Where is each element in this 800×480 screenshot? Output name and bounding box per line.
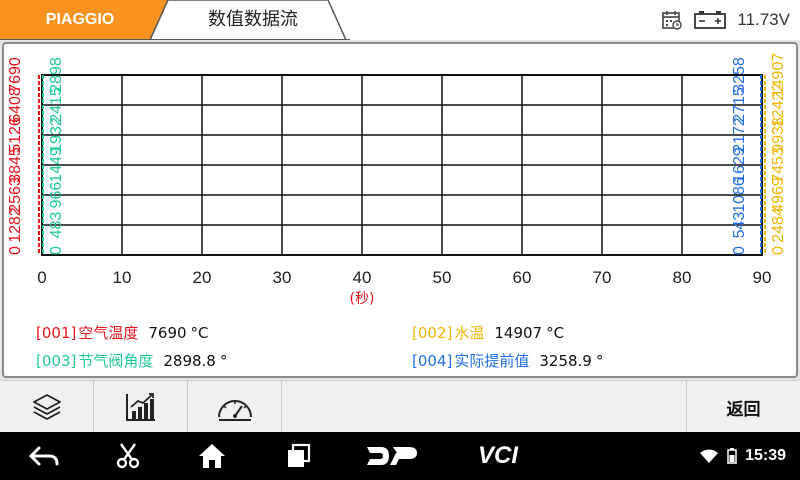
legend-name: 空气温度	[78, 324, 139, 342]
legend-unit: °	[219, 352, 228, 370]
legend-item-air-temp[interactable]: [001] 空气温度 7690 °C	[36, 322, 209, 343]
y-tick-label: 2898	[48, 57, 65, 93]
legend-item-throttle-angle[interactable]: [003] 节气阀角度 2898.8 °	[36, 350, 227, 371]
battery-voltage: 11.73V	[737, 10, 790, 29]
recents-icon	[288, 443, 311, 467]
content-area: 0 10 20 30 40 50 60 70 80 90 (秒) 0 1282 2563 3845 5126 6…	[0, 40, 800, 380]
nav-screenshot-button[interactable]	[104, 432, 152, 480]
x-tick-label: 20	[193, 268, 212, 287]
x-tick-label: 70	[593, 268, 612, 287]
legend-value: 2898.8	[163, 352, 216, 370]
legend-id: [001]	[36, 324, 77, 342]
x-tick-label: 80	[673, 268, 692, 287]
line-chart: 0 10 20 30 40 50 60 70 80 90(秒)012822563384551266…	[7, 53, 787, 307]
x-axis-label: (秒)	[350, 291, 375, 307]
legend-value: 3258.9	[539, 352, 592, 370]
battery-status-icon	[727, 448, 737, 464]
nav-recents-button[interactable]	[274, 432, 322, 480]
legend-unit: °C	[190, 324, 209, 342]
back-button[interactable]: 返回	[686, 381, 800, 433]
x-tick-label: 90	[753, 268, 772, 287]
gauge-icon	[217, 400, 252, 421]
graph-mode-button[interactable]	[94, 381, 188, 433]
legend-id: [002]	[412, 324, 453, 342]
legend-id: [004]	[412, 352, 453, 370]
y-tick-label: 7690	[7, 57, 24, 93]
layers-icon	[32, 394, 61, 420]
android-nav-bar: VCI 15:39	[0, 432, 800, 480]
y-tick-label: 966	[48, 182, 65, 209]
y-tick-label: 0	[731, 246, 748, 255]
legend-id: [003]	[36, 352, 77, 370]
legend-name: 节气阀角度	[78, 352, 154, 370]
x-tick-label: 60	[513, 268, 532, 287]
legend-value: 7690	[148, 324, 187, 342]
y-tick-label: 543	[731, 212, 748, 239]
x-tick-label: 30	[273, 268, 292, 287]
line-graph-icon	[125, 393, 155, 421]
y-tick-label: 0	[770, 246, 787, 255]
nav-dp-button[interactable]	[362, 432, 422, 480]
y-tick-label: 483	[48, 212, 65, 239]
battery-icon	[694, 11, 727, 29]
back-arrow-icon	[29, 446, 59, 466]
bottom-toolbar: 返回	[0, 380, 800, 433]
legend-name: 实际提前值	[454, 352, 530, 370]
y-tick-label: 0	[48, 246, 65, 255]
legend-item-water-temp[interactable]: [002] 水温 14907 °C	[412, 322, 564, 343]
scissors-icon	[116, 443, 140, 469]
datastream-panel: 0 10 20 30 40 50 60 70 80 90 (秒) 0 1282 2563 3845 5126 6…	[2, 42, 798, 378]
dp-logo-icon	[367, 447, 417, 465]
calendar-icon	[662, 11, 683, 30]
y-tick-label: 0	[7, 246, 24, 255]
app-header: PIAGGIO 数值数据流 11.73V	[0, 0, 800, 40]
x-tick-label: 10	[113, 268, 132, 287]
home-icon	[199, 444, 225, 468]
x-tick-label: 0	[37, 268, 46, 287]
y-tick-label: 14907	[770, 53, 787, 98]
page-title: 数值数据流	[208, 9, 298, 30]
status-area: 15:39	[699, 432, 786, 480]
x-tick-label: 50	[433, 268, 452, 287]
gauge-mode-button[interactable]	[188, 381, 282, 433]
x-tick-label: 40	[353, 268, 372, 287]
nav-vci-button[interactable]: VCI	[466, 432, 530, 480]
legend-unit: °	[595, 352, 604, 370]
legend-item-ignition-advance[interactable]: [004] 实际提前值 3258.9 °	[412, 350, 603, 371]
nav-back-button[interactable]	[20, 432, 68, 480]
nav-home-button[interactable]	[188, 432, 236, 480]
wifi-icon	[700, 449, 719, 463]
layers-button[interactable]	[0, 381, 94, 433]
legend-unit: °C	[546, 324, 565, 342]
brand-tab[interactable]: PIAGGIO	[0, 0, 160, 40]
clock: 15:39	[745, 447, 786, 464]
legend-name: 水温	[454, 324, 485, 342]
y-tick-label: 3258	[731, 57, 748, 93]
legend-value: 14907	[494, 324, 543, 342]
vci-label: VCI	[477, 442, 518, 469]
